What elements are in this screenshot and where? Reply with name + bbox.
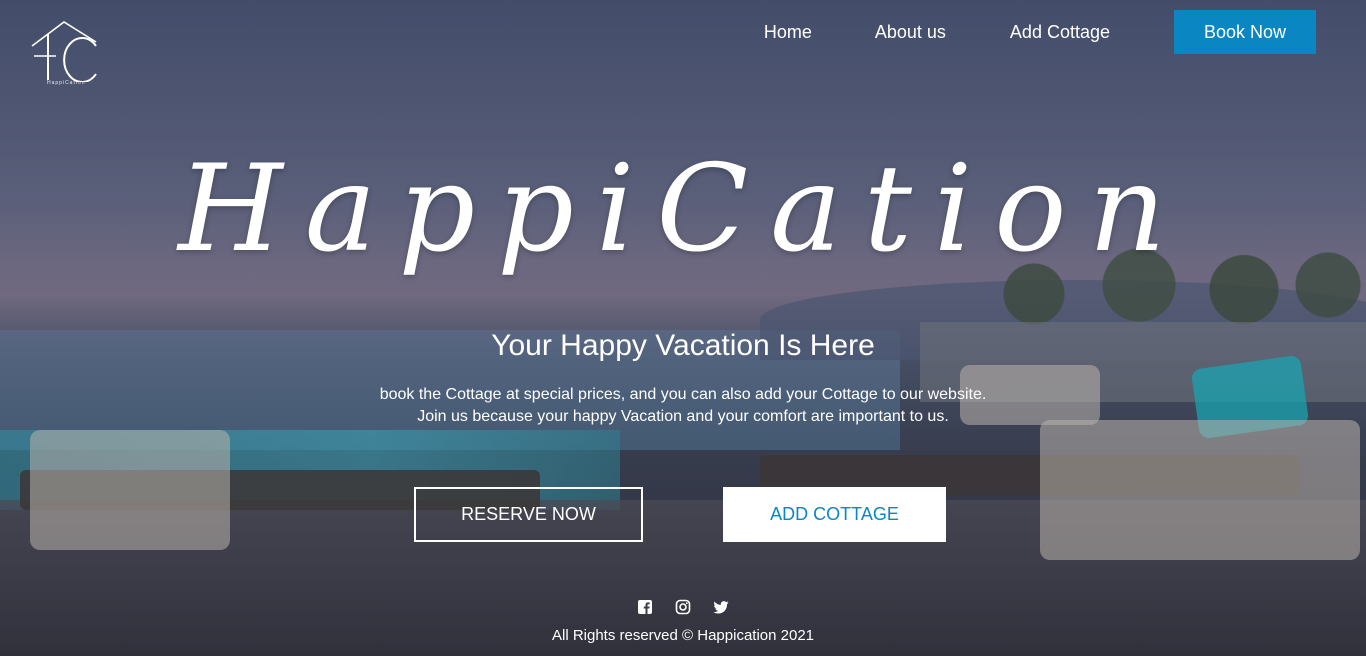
book-now-button[interactable]: Book Now [1174, 10, 1316, 54]
hero-description: book the Cottage at special prices, and … [0, 384, 1366, 428]
description-line-1: book the Cottage at special prices, and … [379, 386, 987, 403]
house-logo-icon [31, 21, 97, 83]
hero-background [0, 0, 1366, 656]
nav-home[interactable]: Home [764, 22, 812, 43]
instagram-icon[interactable] [675, 599, 691, 615]
facebook-icon[interactable] [637, 599, 653, 615]
nav-about-us[interactable]: About us [875, 22, 946, 43]
footer-copyright: All Rights reserved © Happication 2021 [551, 627, 815, 644]
main-nav: Home About us Add Cottage Book Now [764, 10, 1316, 54]
logo-subtext: HappiCation [47, 80, 86, 86]
twitter-icon[interactable] [713, 599, 729, 615]
cushion [30, 430, 230, 550]
brand-title: HappiCation [178, 140, 1188, 279]
nav-add-cottage[interactable]: Add Cottage [1010, 22, 1110, 43]
resort-scenery [0, 0, 1366, 656]
reserve-now-button[interactable]: RESERVE NOW [414, 487, 643, 542]
hero-tagline: Your Happy Vacation Is Here [491, 329, 875, 362]
cushion [1040, 420, 1360, 560]
social-links [0, 599, 1366, 615]
add-cottage-button[interactable]: ADD COTTAGE [723, 487, 946, 542]
description-line-2: Join us because your happy Vacation and … [417, 408, 949, 425]
